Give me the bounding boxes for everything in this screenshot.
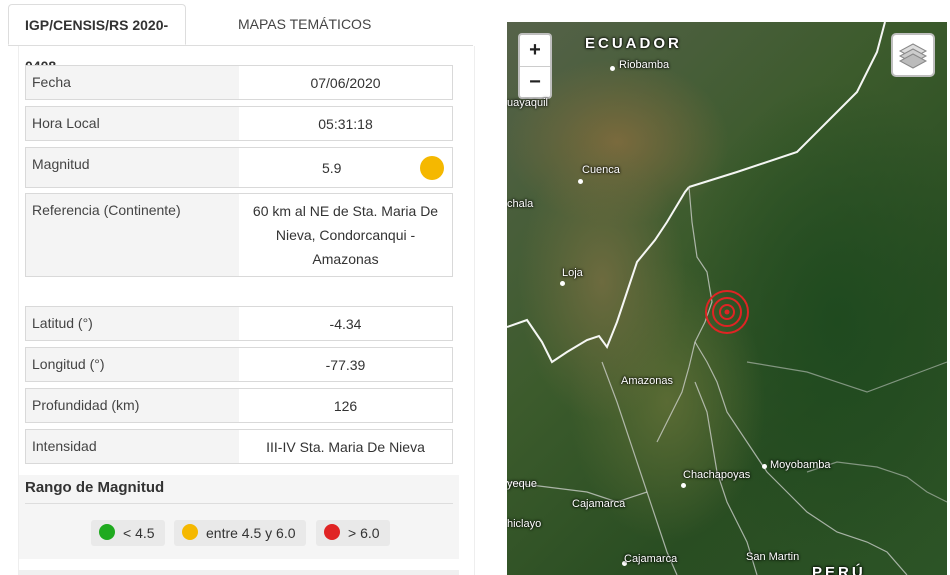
city-dot [681, 483, 686, 488]
city-dot [578, 179, 583, 184]
legend-label-high: > 6.0 [348, 525, 380, 541]
label-cajamarca-region: Cajamarca [572, 498, 626, 510]
longitud-value: -77.39 [325, 356, 366, 373]
magnitude-indicator-icon [420, 156, 444, 180]
legend-item-mid: entre 4.5 y 6.0 [174, 520, 306, 546]
range-divider [25, 503, 453, 504]
row-latitud: Latitud (°) -4.34 [25, 306, 453, 341]
intensidad-label: Intensidad [26, 430, 239, 463]
map-borders [507, 22, 947, 575]
city-dot [560, 281, 565, 286]
label-san-martin: San Martin [746, 551, 800, 563]
row-magnitud: Magnitud 5.9 [25, 147, 453, 188]
row-profundidad: Profundidad (km) 126 [25, 388, 453, 423]
referencia-label: Referencia (Continente) [26, 194, 239, 276]
yellow-dot-icon [182, 524, 198, 540]
zoom-in-button[interactable]: + [520, 35, 550, 67]
label-moyobamba: Moyobamba [770, 459, 831, 471]
label-chiclayo: hiclayo [507, 518, 542, 530]
referencia-value: 60 km al NE de Sta. Maria De Nieva, Cond… [252, 203, 439, 267]
label-guayaquil: uayaquil [507, 97, 548, 109]
magnitud-label: Magnitud [26, 148, 239, 187]
zoom-control: + − [518, 33, 552, 99]
profundidad-label: Profundidad (km) [26, 389, 239, 422]
profundidad-value: 126 [333, 397, 358, 414]
city-dot [762, 464, 767, 469]
layers-button[interactable] [891, 33, 935, 77]
fecha-value: 07/06/2020 [310, 74, 381, 91]
epicenter-marker-icon[interactable] [705, 290, 749, 334]
red-dot-icon [324, 524, 340, 540]
tab-report[interactable]: IGP/CENSIS/RS 2020-0408 [8, 4, 186, 74]
label-cajamarca-city: Cajamarca [624, 553, 678, 565]
row-fecha: Fecha 07/06/2020 [25, 65, 453, 100]
city-dot [610, 66, 615, 71]
label-riobamba: Riobamba [619, 59, 670, 71]
range-title: Rango de Magnitud [25, 479, 165, 496]
legend-item-low: < 4.5 [91, 520, 165, 546]
label-chachapoyas: Chachapoyas [683, 469, 751, 481]
label-ecuador: ECUADOR [585, 35, 682, 52]
label-machala: chala [507, 198, 534, 210]
latitud-label: Latitud (°) [26, 307, 239, 340]
row-referencia: Referencia (Continente) 60 km al NE de S… [25, 193, 453, 277]
green-dot-icon [99, 524, 115, 540]
tab-bar: IGP/CENSIS/RS 2020-0408 MAPAS TEMÁTICOS [8, 0, 473, 74]
longitud-label: Longitud (°) [26, 348, 239, 381]
zoom-out-button[interactable]: − [520, 67, 550, 98]
hora-value: 05:31:18 [318, 115, 373, 132]
legend-label-mid: entre 4.5 y 6.0 [206, 525, 296, 541]
tab-thematic-maps[interactable]: MAPAS TEMÁTICOS [222, 4, 387, 45]
hora-label: Hora Local [26, 107, 239, 140]
epicenter-map[interactable]: + − ECUADOR Riobamba uayaquil Cuenca cha… [507, 22, 947, 575]
latitud-value: -4.34 [329, 315, 362, 332]
legend-label-low: < 4.5 [123, 525, 155, 541]
row-longitud: Longitud (°) -77.39 [25, 347, 453, 382]
legend-item-high: > 6.0 [316, 520, 390, 546]
layers-icon [898, 43, 928, 69]
intensidad-value: III-IV Sta. Maria De Nieva [266, 438, 425, 455]
info-panel: Fecha 07/06/2020 Hora Local 05:31:18 Mag… [18, 46, 475, 575]
label-loja: Loja [562, 267, 583, 279]
label-cuenca: Cuenca [582, 164, 620, 176]
row-intensidad: Intensidad III-IV Sta. Maria De Nieva [25, 429, 453, 464]
fecha-label: Fecha [26, 66, 239, 99]
row-hora: Hora Local 05:31:18 [25, 106, 453, 141]
label-amazonas: Amazonas [621, 375, 673, 387]
magnitude-range-legend: Rango de Magnitud < 4.5 entre 4.5 y 6.0 … [19, 475, 459, 559]
label-peru: PERÚ [812, 564, 866, 575]
label-lambayeque: yeque [507, 478, 537, 490]
panel-footer [19, 570, 459, 575]
